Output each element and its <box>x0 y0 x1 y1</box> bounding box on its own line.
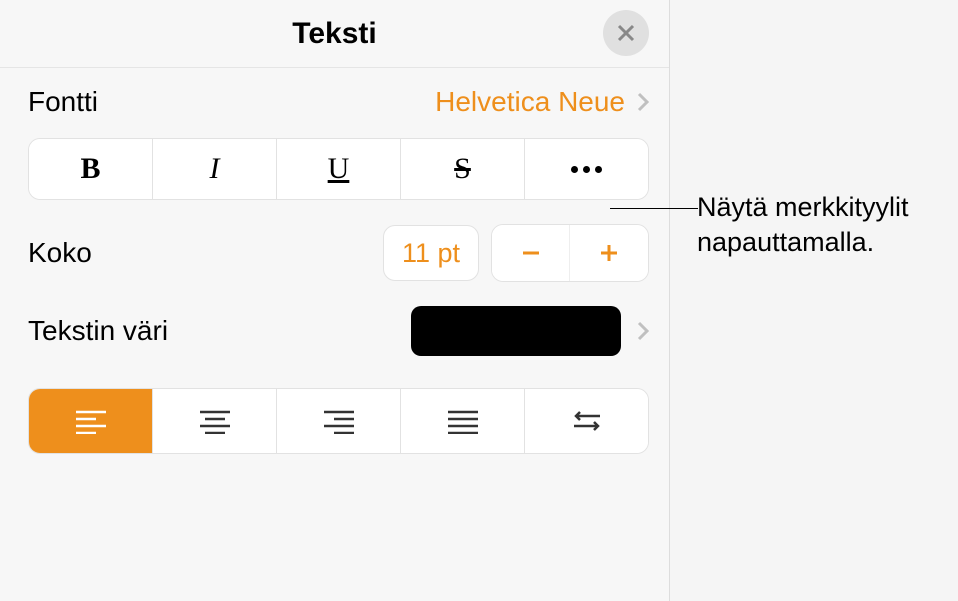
align-right-icon <box>322 408 356 434</box>
text-panel: Teksti Fontti Helvetica Neue B I <box>0 0 670 601</box>
underline-button[interactable]: U <box>277 139 401 199</box>
align-button-group <box>28 388 649 454</box>
text-direction-button[interactable] <box>525 389 648 453</box>
text-color-swatch[interactable] <box>411 306 621 356</box>
size-controls: 11 pt <box>383 224 649 282</box>
font-value-wrap: Helvetica Neue <box>435 86 649 118</box>
size-stepper <box>491 224 649 282</box>
strikethrough-button[interactable]: S <box>401 139 525 199</box>
align-center-button[interactable] <box>153 389 277 453</box>
underline-icon: U <box>328 152 350 186</box>
panel-title: Teksti <box>292 17 376 51</box>
strikethrough-icon: S <box>454 152 471 186</box>
minus-icon <box>519 241 543 265</box>
panel-content: Fontti Helvetica Neue B I U S <box>0 68 669 454</box>
align-center-icon <box>198 408 232 434</box>
align-left-icon <box>74 408 108 434</box>
text-color-row[interactable]: Tekstin väri <box>28 306 649 356</box>
font-label: Fontti <box>28 86 98 118</box>
callout-text: Näytä merkkityylit napauttamalla. <box>697 190 957 260</box>
close-button[interactable] <box>603 10 649 56</box>
size-label: Koko <box>28 237 92 269</box>
more-styles-button[interactable] <box>525 139 648 199</box>
italic-button[interactable]: I <box>153 139 277 199</box>
chevron-right-icon <box>637 321 649 341</box>
chevron-right-icon <box>637 92 649 112</box>
text-color-controls <box>411 306 649 356</box>
close-icon <box>616 23 636 43</box>
size-increase-button[interactable] <box>570 225 648 281</box>
size-value[interactable]: 11 pt <box>383 225 479 281</box>
text-direction-icon <box>570 408 604 434</box>
bold-button[interactable]: B <box>29 139 153 199</box>
style-button-group: B I U S <box>28 138 649 200</box>
align-left-button[interactable] <box>29 389 153 453</box>
bold-icon: B <box>80 152 100 186</box>
size-row: Koko 11 pt <box>28 224 649 282</box>
italic-icon: I <box>210 152 220 186</box>
align-justify-button[interactable] <box>401 389 525 453</box>
plus-icon <box>597 241 621 265</box>
text-color-label: Tekstin väri <box>28 315 168 347</box>
callout-line <box>610 208 698 209</box>
more-icon <box>571 166 602 173</box>
font-value: Helvetica Neue <box>435 86 625 118</box>
panel-header: Teksti <box>0 0 669 68</box>
size-decrease-button[interactable] <box>492 225 570 281</box>
align-right-button[interactable] <box>277 389 401 453</box>
font-row[interactable]: Fontti Helvetica Neue <box>28 86 649 118</box>
align-justify-icon <box>446 408 480 434</box>
